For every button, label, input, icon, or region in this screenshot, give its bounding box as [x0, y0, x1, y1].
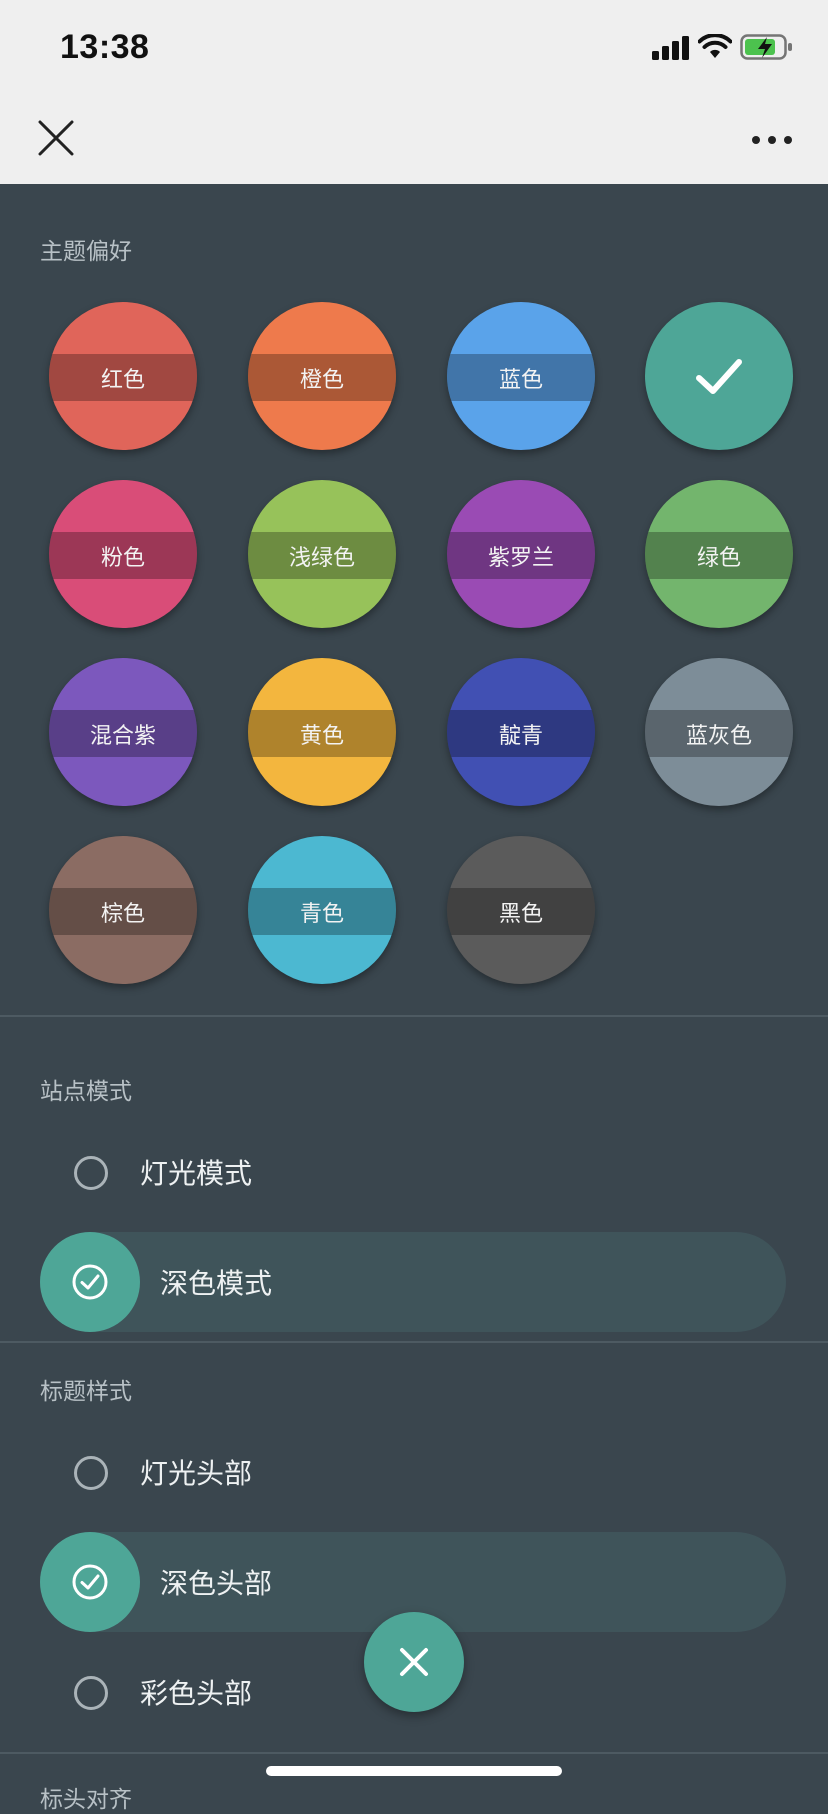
swatch-blue[interactable]: 蓝色 — [447, 302, 595, 450]
check-circle-icon — [72, 1564, 108, 1600]
home-indicator — [266, 1766, 562, 1776]
divider — [0, 1341, 828, 1343]
divider — [0, 1015, 828, 1017]
radio-checked-bubble — [40, 1532, 140, 1632]
swatch-label: 红色 — [49, 354, 197, 401]
close-icon — [400, 1648, 428, 1676]
header-align-section-title: 标头对齐 — [40, 1787, 132, 1813]
close-icon[interactable] — [36, 118, 76, 158]
swatch-label: 蓝色 — [447, 354, 595, 401]
swatch-green[interactable]: 绿色 — [645, 480, 793, 628]
swatch-label: 绿色 — [645, 532, 793, 579]
option-label: 灯光模式 — [140, 1157, 253, 1190]
option-label: 深色头部 — [160, 1567, 273, 1600]
swatch-mixed-purple[interactable]: 混合紫 — [49, 658, 197, 806]
swatch-blue-grey[interactable]: 蓝灰色 — [645, 658, 793, 806]
checkmark-icon — [696, 359, 742, 394]
theme-section-title: 主题偏好 — [40, 239, 132, 265]
option-label: 彩色头部 — [140, 1677, 253, 1710]
swatch-label: 橙色 — [248, 354, 396, 401]
swatch-indigo[interactable]: 靛青 — [447, 658, 595, 806]
swatch-label: 粉色 — [49, 532, 197, 579]
site-mode-section-title: 站点模式 — [40, 1079, 132, 1105]
swatch-label: 青色 — [248, 888, 396, 935]
swatch-label: 混合紫 — [49, 710, 197, 757]
swatch-violet[interactable]: 紫罗兰 — [447, 480, 595, 628]
swatch-label: 紫罗兰 — [447, 532, 595, 579]
swatch-red[interactable]: 红色 — [49, 302, 197, 450]
swatch-label: 靛青 — [447, 710, 595, 757]
status-time: 13:38 — [60, 28, 150, 66]
swatch-orange[interactable]: 橙色 — [248, 302, 396, 450]
battery-charging-icon — [740, 34, 792, 60]
option-label: 灯光头部 — [140, 1457, 253, 1490]
swatch-yellow[interactable]: 黄色 — [248, 658, 396, 806]
check-circle-icon — [72, 1264, 108, 1300]
option-label: 深色模式 — [160, 1267, 273, 1300]
option-light-header[interactable]: 灯光头部 — [40, 1422, 786, 1522]
close-fab-button[interactable] — [364, 1612, 464, 1712]
more-options-icon[interactable] — [748, 128, 796, 152]
radio-unchecked-icon — [74, 1456, 108, 1490]
swatch-light-green[interactable]: 浅绿色 — [248, 480, 396, 628]
header-style-section-title: 标题样式 — [40, 1379, 132, 1405]
signal-icon — [652, 36, 689, 60]
swatch-label: 黄色 — [248, 710, 396, 757]
option-light-mode[interactable]: 灯光模式 — [40, 1122, 786, 1222]
swatch-pink[interactable]: 粉色 — [49, 480, 197, 628]
swatch-teal-selected[interactable] — [645, 302, 793, 450]
wifi-icon — [698, 34, 732, 58]
radio-unchecked-icon — [74, 1676, 108, 1710]
option-dark-mode[interactable]: 深色模式 — [40, 1232, 786, 1332]
swatch-black[interactable]: 黑色 — [447, 836, 595, 984]
swatch-label: 棕色 — [49, 888, 197, 935]
radio-checked-bubble — [40, 1232, 140, 1332]
radio-unchecked-icon — [74, 1156, 108, 1190]
swatch-label: 黑色 — [447, 888, 595, 935]
swatch-brown[interactable]: 棕色 — [49, 836, 197, 984]
swatch-cyan[interactable]: 青色 — [248, 836, 396, 984]
top-bar: 13:38 — [0, 0, 828, 184]
swatch-label: 蓝灰色 — [645, 710, 793, 757]
swatch-label: 浅绿色 — [248, 532, 396, 579]
divider — [0, 1752, 828, 1754]
